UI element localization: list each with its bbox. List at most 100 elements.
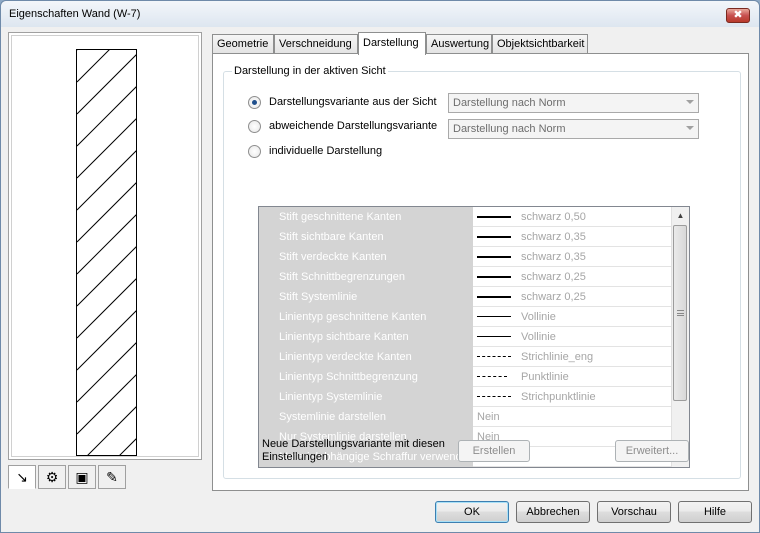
tab-darstellung[interactable]: Darstellung: [358, 32, 426, 55]
hatch-line: [77, 118, 136, 179]
window-title: Eigenschaften Wand (W-7): [9, 8, 141, 20]
grid-property-value[interactable]: Nein: [473, 407, 671, 427]
value-text: Vollinie: [521, 331, 556, 343]
chevron-down-icon: [686, 100, 694, 104]
grid-row[interactable]: Stift sichtbare Kanten schwarz 0,35: [259, 227, 671, 247]
close-button[interactable]: ✖: [726, 8, 750, 23]
line-style-icon: [477, 276, 511, 278]
grid-scrollbar[interactable]: ▲ ▼: [671, 207, 689, 467]
line-style-icon: [477, 296, 511, 298]
grid-row[interactable]: Linientyp verdeckte Kanten Strichlinie_en…: [259, 347, 671, 367]
hatch-line: [77, 374, 136, 435]
grid-property-value[interactable]: schwarz 0,25: [473, 287, 671, 307]
deviating-variant-select: Darstellung nach Norm: [448, 119, 699, 139]
grid-row[interactable]: Stift verdeckte Kanten schwarz 0,35: [259, 247, 671, 267]
preview-canvas: [11, 35, 199, 457]
cancel-button[interactable]: Abbrechen: [516, 501, 590, 523]
radio-variant-from-view[interactable]: Darstellungsvariante aus der Sicht: [248, 94, 437, 110]
grid-property-name: Linientyp Systemlinie: [259, 387, 473, 407]
hatch-line: [77, 214, 136, 275]
grid-property-value[interactable]: Punktlinie: [473, 367, 671, 387]
grid-row[interactable]: Stift geschnittene Kanten schwarz 0,50: [259, 207, 671, 227]
tab-geometrie[interactable]: Geometrie: [212, 34, 274, 54]
variant-from-view-select: Darstellung nach Norm: [448, 93, 699, 113]
grid-row[interactable]: Linientyp Schnittbegrenzung Punktlinie: [259, 367, 671, 387]
scroll-up-icon[interactable]: ▲: [672, 207, 689, 224]
grid-row[interactable]: Stift Systemlinie schwarz 0,25: [259, 287, 671, 307]
hatch-line: [77, 86, 136, 147]
radio-label: Darstellungsvariante aus der Sicht: [269, 96, 437, 108]
grid-row[interactable]: Linientyp Systemlinie Strichpunktlinie: [259, 387, 671, 407]
value-text: Strichlinie_eng: [521, 351, 594, 363]
properties-dialog: Eigenschaften Wand (W-7) ✖ ↘ ⚙ ▣ ✎ Geometri…: [0, 0, 760, 533]
line-style-icon: [477, 356, 511, 357]
radio-button[interactable]: [248, 95, 261, 109]
value-text: Vollinie: [521, 311, 556, 323]
line-style-icon: [477, 336, 511, 337]
grid-property-value[interactable]: Vollinie: [473, 307, 671, 327]
dimension-icon[interactable]: ↘: [8, 465, 36, 489]
line-style-icon: [477, 376, 507, 377]
grid-property-value[interactable]: schwarz 0,50: [473, 207, 671, 227]
hatch-line: [77, 150, 136, 211]
line-style-icon: [477, 396, 511, 397]
hatch-line: [77, 278, 136, 339]
grid-property-name: Linientyp sichtbare Kanten: [259, 327, 473, 347]
grid-row[interactable]: Linientyp geschnittene Kanten Vollinie: [259, 307, 671, 327]
display-groupbox: Darstellung in der aktiven Sicht Darstel…: [223, 65, 741, 479]
grid-property-value[interactable]: schwarz 0,35: [473, 227, 671, 247]
ok-button[interactable]: OK: [435, 501, 509, 523]
grid-property-value[interactable]: schwarz 0,25: [473, 267, 671, 287]
tab-verschneidung[interactable]: Verschneidung: [274, 34, 358, 54]
help-button[interactable]: Hilfe: [678, 501, 752, 523]
dialog-client: ↘ ⚙ ▣ ✎ Geometrie Verschneidung Darstellung…: [5, 29, 755, 528]
radio-individual[interactable]: individuelle Darstellung: [248, 143, 382, 159]
create-button[interactable]: Erstellen: [458, 440, 530, 462]
advanced-button[interactable]: Erweitert...: [615, 440, 689, 462]
darstellung-panel: Darstellung in der aktiven Sicht Darstel…: [212, 53, 749, 491]
hatch-line: [77, 182, 136, 243]
chevron-down-icon: [686, 126, 694, 130]
hatch-line: [77, 310, 136, 371]
value-text: schwarz 0,35: [521, 251, 586, 263]
radio-button[interactable]: [248, 119, 261, 133]
grid-row[interactable]: Linientyp sichtbare Kanten Vollinie: [259, 327, 671, 347]
grid-property-name: Systemlinie darstellen: [259, 407, 473, 427]
grid-property-value[interactable]: schwarz 0,35: [473, 247, 671, 267]
tab-auswertung[interactable]: Auswertung: [426, 34, 492, 54]
title-bar[interactable]: Eigenschaften Wand (W-7) ✖: [1, 1, 759, 27]
hatch-line: [77, 342, 136, 403]
grid-row[interactable]: Systemlinie darstellen Nein: [259, 407, 671, 427]
grid-row[interactable]: Stift Schnittbegrenzungen schwarz 0,25: [259, 267, 671, 287]
grid-property-value[interactable]: Strichpunktlinie: [473, 387, 671, 407]
property-grid: Materialabhängige Schraffur verwendenJaN…: [258, 206, 690, 468]
scroll-thumb[interactable]: [673, 225, 687, 401]
preview-button[interactable]: Vorschau: [597, 501, 671, 523]
hatch-line: [87, 406, 136, 455]
combo-value: Darstellung nach Norm: [453, 123, 566, 135]
radio-deviating-variant[interactable]: abweichende Darstellungsvariante: [248, 118, 437, 134]
grid-property-name: Stift Systemlinie: [259, 287, 473, 307]
combo-value: Darstellung nach Norm: [453, 97, 566, 109]
radio-label: abweichende Darstellungsvariante: [269, 120, 438, 132]
hatch-line: [77, 246, 136, 307]
value-text: Nein: [477, 411, 500, 423]
radio-button[interactable]: [248, 144, 261, 158]
value-text: schwarz 0,35: [521, 231, 586, 243]
objects-icon[interactable]: ⚙: [38, 465, 66, 489]
grid-property-value[interactable]: Strichlinie_eng: [473, 347, 671, 367]
import-icon[interactable]: ▣: [68, 465, 96, 489]
hatch-line: [119, 438, 136, 455]
grip-icon: [677, 310, 684, 316]
grid-property-name: Linientyp Schnittbegrenzung: [259, 367, 473, 387]
grid-property-value[interactable]: Vollinie: [473, 327, 671, 347]
tab-objektsichtbarkeit[interactable]: Objektsichtbarkeit: [492, 34, 588, 54]
wall-hatch-preview: [76, 49, 137, 456]
line-style-icon: [477, 256, 511, 258]
line-style-icon: [477, 316, 511, 317]
hatch-line: [77, 54, 136, 115]
new-variant-label: Neue Darstellungsvariante mit diesen Ein…: [262, 438, 445, 463]
grid-property-name: Stift geschnittene Kanten: [259, 207, 473, 227]
grid-property-name: Stift sichtbare Kanten: [259, 227, 473, 247]
notes-icon[interactable]: ✎: [98, 465, 126, 489]
